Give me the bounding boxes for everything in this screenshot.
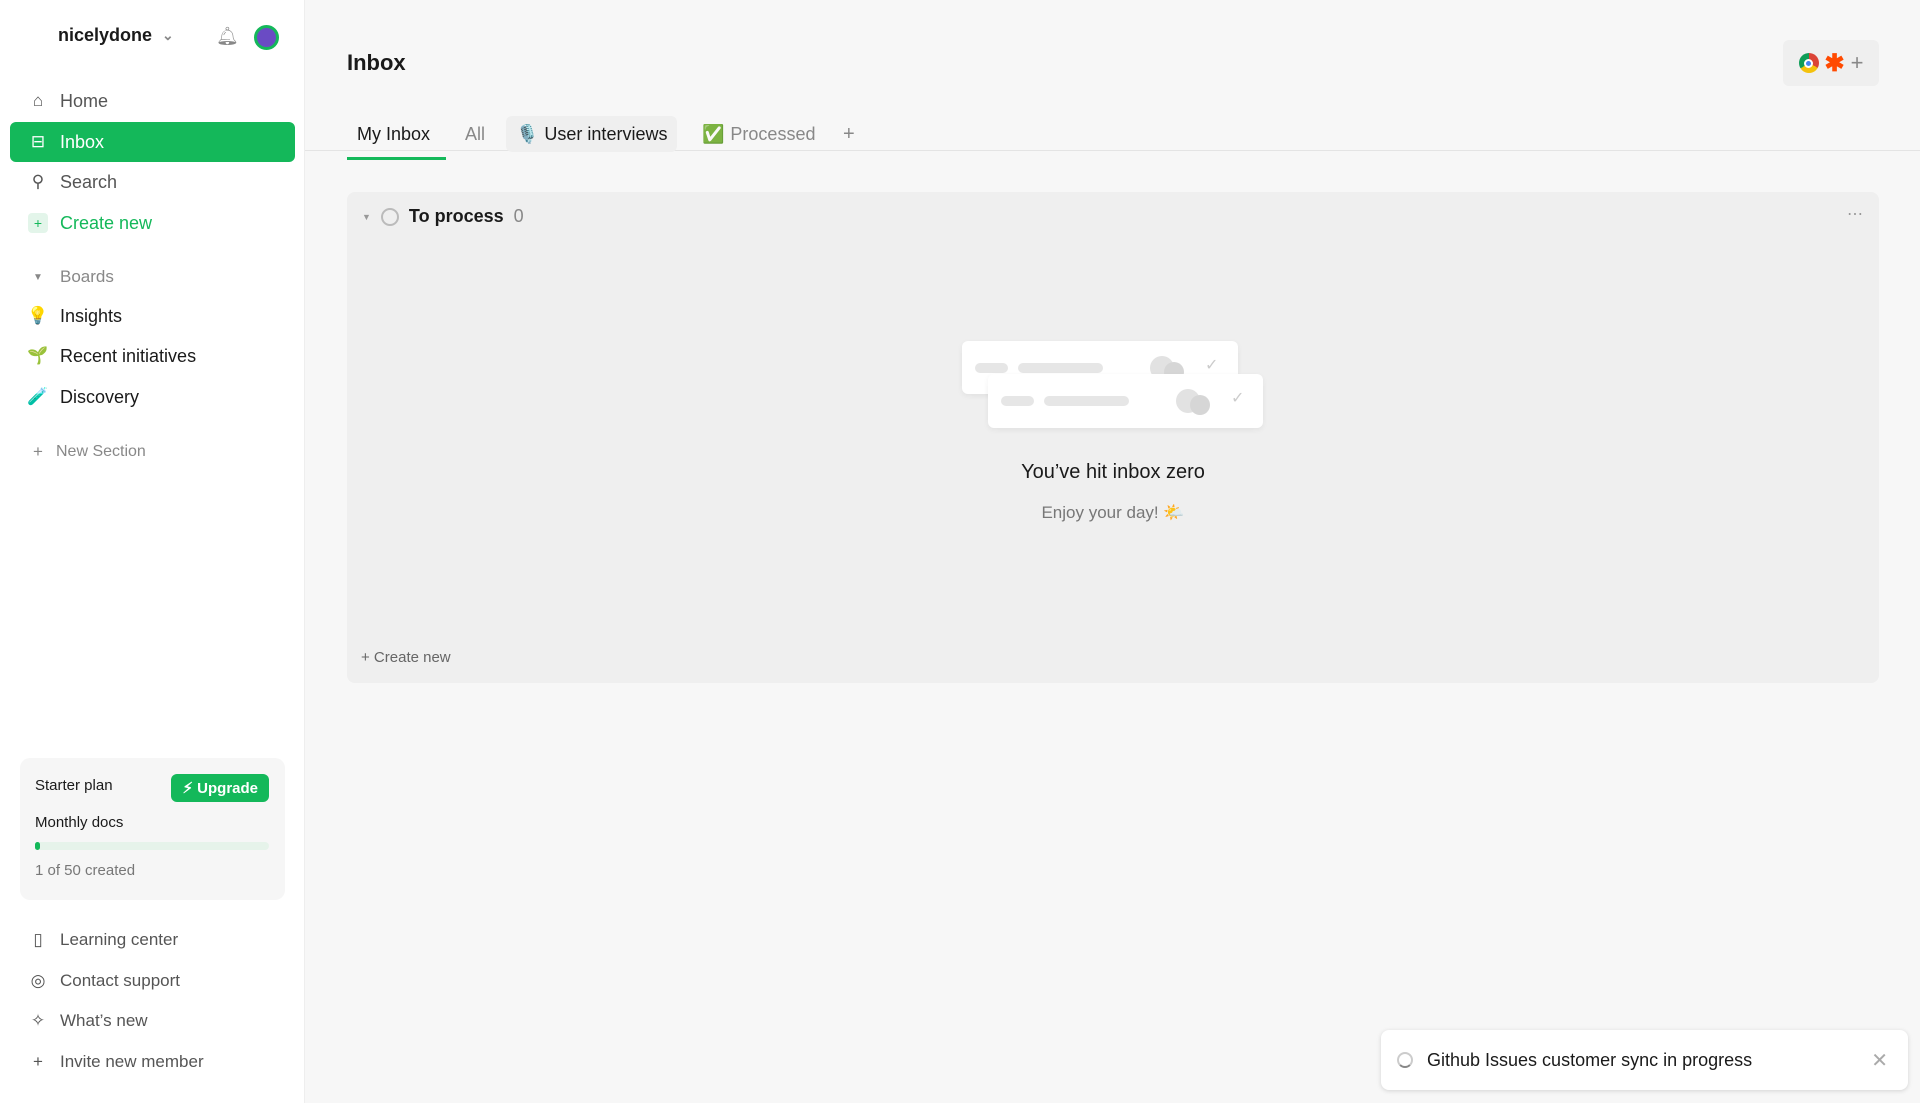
lifebuoy-icon: ◎ (28, 971, 48, 991)
label: Search (60, 172, 117, 193)
workspace-name: nicelydone (58, 25, 152, 46)
active-tab-indicator (347, 157, 446, 160)
seedling-icon: 🌱 (28, 346, 48, 366)
integrations-button[interactable]: ✱ + (1783, 40, 1879, 86)
label: Recent initiatives (60, 346, 196, 367)
group-name: To process (409, 206, 504, 227)
label: Inbox (60, 132, 104, 153)
sparkle-icon: ✧ (28, 1011, 48, 1031)
group-count: 0 (514, 206, 524, 227)
empty-illustration-card: ✓ (988, 374, 1263, 428)
invite-member-link[interactable]: + Invite new member (10, 1042, 295, 1082)
more-options-icon[interactable]: ⋯ (1847, 204, 1863, 224)
learning-center-link[interactable]: ▯ Learning center (10, 920, 295, 960)
boards-section-toggle[interactable]: ▼ Boards (10, 257, 295, 297)
empty-title: You’ve hit inbox zero (347, 461, 1879, 484)
search-icon: ⚲ (28, 172, 48, 192)
workspace-switcher[interactable]: nicelydone ⌄ (58, 25, 174, 46)
inbox-tabs: My Inbox All 🎙️ User interviews ✅ Processe… (305, 110, 1920, 151)
label: New Section (56, 443, 146, 461)
book-icon: ▯ (28, 930, 48, 950)
sync-toast: Github Issues customer sync in progress … (1381, 1030, 1908, 1090)
label: Discovery (60, 387, 139, 408)
group-header[interactable]: ▼ To process 0 (362, 206, 524, 227)
status-circle-icon (381, 208, 399, 226)
new-section-button[interactable]: + New Section (10, 432, 295, 472)
sidebar-item-insights[interactable]: 💡 Insights (10, 296, 295, 336)
label: Learning center (60, 930, 178, 950)
label: Insights (60, 306, 122, 327)
label: Boards (60, 267, 114, 287)
create-new-item-button[interactable]: + Create new (361, 649, 451, 666)
tab-all[interactable]: All (455, 116, 495, 152)
sun-cloud-icon: 🌤️ (1163, 503, 1184, 522)
caret-down-icon: ▼ (28, 272, 48, 283)
bell-icon[interactable]: 🔔︎ (216, 26, 239, 47)
toast-message: Github Issues customer sync in progress (1427, 1050, 1752, 1071)
avatar[interactable] (254, 25, 279, 50)
upgrade-button[interactable]: ⚡︎ Upgrade (171, 774, 269, 802)
sidebar: nicelydone ⌄ 🔔︎ ⌂ Home ⊟ Inbox ⚲ Search + Cre… (0, 0, 305, 1103)
sidebar-item-create-new[interactable]: + Create new (10, 203, 295, 243)
check-icon: ✅ (702, 124, 724, 145)
caret-down-icon: ▼ (362, 212, 371, 222)
chrome-icon (1799, 53, 1819, 73)
plan-name: Starter plan (35, 777, 113, 794)
home-icon: ⌂ (28, 91, 48, 111)
zapier-icon: ✱ (1825, 49, 1845, 78)
label: Contact support (60, 971, 180, 991)
plus-icon: + (28, 1052, 48, 1072)
sidebar-item-discovery[interactable]: 🧪 Discovery (10, 377, 295, 417)
whats-new-link[interactable]: ✧ What’s new (10, 1001, 295, 1041)
close-icon[interactable]: ✕ (1871, 1048, 1888, 1073)
contact-support-link[interactable]: ◎ Contact support (10, 961, 295, 1001)
plan-card: Starter plan ⚡︎ Upgrade Monthly docs 1 o… (20, 758, 285, 900)
plus-icon: + (28, 213, 48, 233)
group-to-process: ▼ To process 0 ⋯ ✓ ✓ You’ve hit inbox ze… (347, 192, 1879, 683)
label: Processed (730, 124, 815, 145)
plus-icon: + (1851, 50, 1864, 76)
label: What’s new (60, 1011, 148, 1031)
label: All (465, 124, 485, 145)
lightbulb-icon: 💡 (28, 306, 48, 326)
label: Enjoy your day! (1041, 503, 1158, 522)
sidebar-item-search[interactable]: ⚲ Search (10, 162, 295, 202)
docs-progress-bar (35, 842, 269, 850)
plan-metric: Monthly docs (35, 814, 123, 831)
label: Home (60, 91, 108, 112)
tab-user-interviews[interactable]: 🎙️ User interviews (506, 116, 677, 152)
page-title: Inbox (347, 50, 406, 76)
sidebar-item-home[interactable]: ⌂ Home (10, 81, 295, 121)
add-tab-button[interactable]: + (833, 116, 865, 152)
spinner-icon (1397, 1052, 1413, 1068)
sidebar-item-inbox[interactable]: ⊟ Inbox (10, 122, 295, 162)
progress-fill (35, 842, 40, 850)
sidebar-item-recent-initiatives[interactable]: 🌱 Recent initiatives (10, 336, 295, 376)
empty-subtitle: Enjoy your day! 🌤️ (347, 503, 1879, 523)
tab-processed[interactable]: ✅ Processed (692, 116, 825, 152)
chevron-down-icon: ⌄ (162, 27, 174, 44)
label: My Inbox (357, 124, 430, 145)
microphone-icon: 🎙️ (516, 124, 538, 145)
bolt-icon: ⚡︎ (182, 780, 193, 797)
inbox-icon: ⊟ (28, 132, 48, 152)
label: User interviews (544, 124, 667, 145)
plus-icon: + (843, 123, 855, 146)
tab-my-inbox[interactable]: My Inbox (347, 116, 440, 152)
plan-status: 1 of 50 created (35, 862, 135, 879)
label: Upgrade (197, 780, 258, 797)
label: Invite new member (60, 1052, 204, 1072)
plus-icon: + (28, 442, 48, 462)
label: Create new (60, 213, 152, 234)
test-tube-icon: 🧪 (28, 387, 48, 407)
